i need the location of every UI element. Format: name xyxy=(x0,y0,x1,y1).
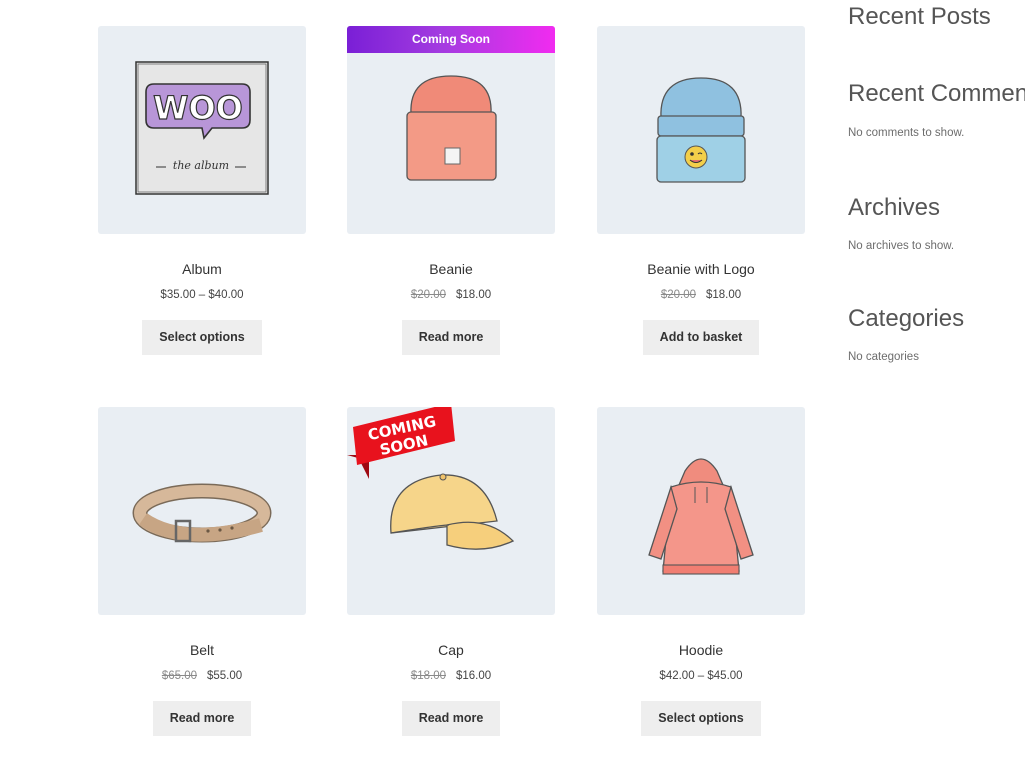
read-more-button[interactable]: Read more xyxy=(152,701,252,736)
widget-empty-text: No archives to show. xyxy=(848,240,955,252)
product-card-beanie: Coming Soon Beanie $20.00 $18.00 Read mor… xyxy=(347,26,555,355)
hoodie-image xyxy=(648,458,754,575)
product-card-beanie-with-logo: Beanie with Logo $20.00 $18.00 Add to bas… xyxy=(597,26,805,355)
product-current-price: $18.00 xyxy=(456,289,492,301)
product-price: $65.00 $55.00 xyxy=(98,669,306,683)
album-image: WOO the album xyxy=(135,61,269,195)
product-old-price: $65.00 xyxy=(161,670,197,682)
select-options-button[interactable]: Select options xyxy=(142,320,262,355)
widget-title: Categories xyxy=(848,305,965,332)
product-card-belt: Belt $65.00 $55.00 Read more xyxy=(98,407,306,736)
product-image-beanie-with-logo[interactable] xyxy=(597,26,805,234)
product-current-price: $35.00 – $40.00 xyxy=(160,289,244,301)
album-logo-text: WOO xyxy=(153,89,243,127)
product-price: $18.00 $16.00 xyxy=(347,669,555,683)
product-card-hoodie: Hoodie $42.00 – $45.00 Select options xyxy=(597,407,805,736)
widget-title: Archives xyxy=(848,194,941,221)
product-title[interactable]: Belt xyxy=(98,641,306,659)
product-title[interactable]: Cap xyxy=(347,641,555,659)
coming-soon-banner: Coming Soon xyxy=(347,26,555,53)
product-current-price: $18.00 xyxy=(706,289,742,301)
select-options-button[interactable]: Select options xyxy=(641,701,761,736)
widget-categories: Categories No categories xyxy=(848,304,964,364)
product-current-price: $42.00 – $45.00 xyxy=(659,670,743,682)
product-image-cap[interactable]: COMING SOON xyxy=(347,407,555,615)
product-card-cap: COMING SOON Cap $18.00 $16.00 Read more xyxy=(347,407,555,736)
product-image-hoodie[interactable] xyxy=(597,407,805,615)
product-title[interactable]: Beanie with Logo xyxy=(597,260,805,278)
product-price: $35.00 – $40.00 xyxy=(98,288,306,302)
product-old-price: $20.00 xyxy=(410,289,446,301)
beanie-logo-image xyxy=(656,77,746,183)
product-old-price: $20.00 xyxy=(660,289,696,301)
belt-image xyxy=(132,483,272,543)
product-card-album: WOO the album Album $35.00 – $40.00 Sele… xyxy=(98,26,306,355)
product-image-beanie[interactable]: Coming Soon xyxy=(347,26,555,234)
add-to-basket-button[interactable]: Add to basket xyxy=(642,320,760,355)
product-price: $42.00 – $45.00 xyxy=(597,669,805,683)
product-image-belt[interactable] xyxy=(98,407,306,615)
product-price: $20.00 $18.00 xyxy=(597,288,805,302)
product-title[interactable]: Hoodie xyxy=(597,641,805,659)
widget-title: Recent Posts xyxy=(848,3,991,30)
widget-empty-text: No comments to show. xyxy=(848,127,965,139)
widget-recent-posts: Recent Posts xyxy=(848,2,991,32)
widget-empty-text: No categories xyxy=(848,351,919,363)
widget-archives: Archives No archives to show. xyxy=(848,193,954,253)
product-current-price: $16.00 xyxy=(456,670,492,682)
widget-title: Recent Comments xyxy=(848,80,1025,107)
beanie-image xyxy=(406,75,497,181)
read-more-button[interactable]: Read more xyxy=(401,701,501,736)
read-more-button[interactable]: Read more xyxy=(401,320,501,355)
product-price: $20.00 $18.00 xyxy=(347,288,555,302)
widget-recent-comments: Recent Comments No comments to show. xyxy=(848,79,1025,140)
product-title[interactable]: Album xyxy=(98,260,306,278)
coming-soon-ribbon: COMING SOON xyxy=(347,407,455,479)
product-old-price: $18.00 xyxy=(410,670,446,682)
product-title[interactable]: Beanie xyxy=(347,260,555,278)
album-caption-text: the album xyxy=(173,159,229,172)
product-current-price: $55.00 xyxy=(207,670,243,682)
product-image-album[interactable]: WOO the album xyxy=(98,26,306,234)
